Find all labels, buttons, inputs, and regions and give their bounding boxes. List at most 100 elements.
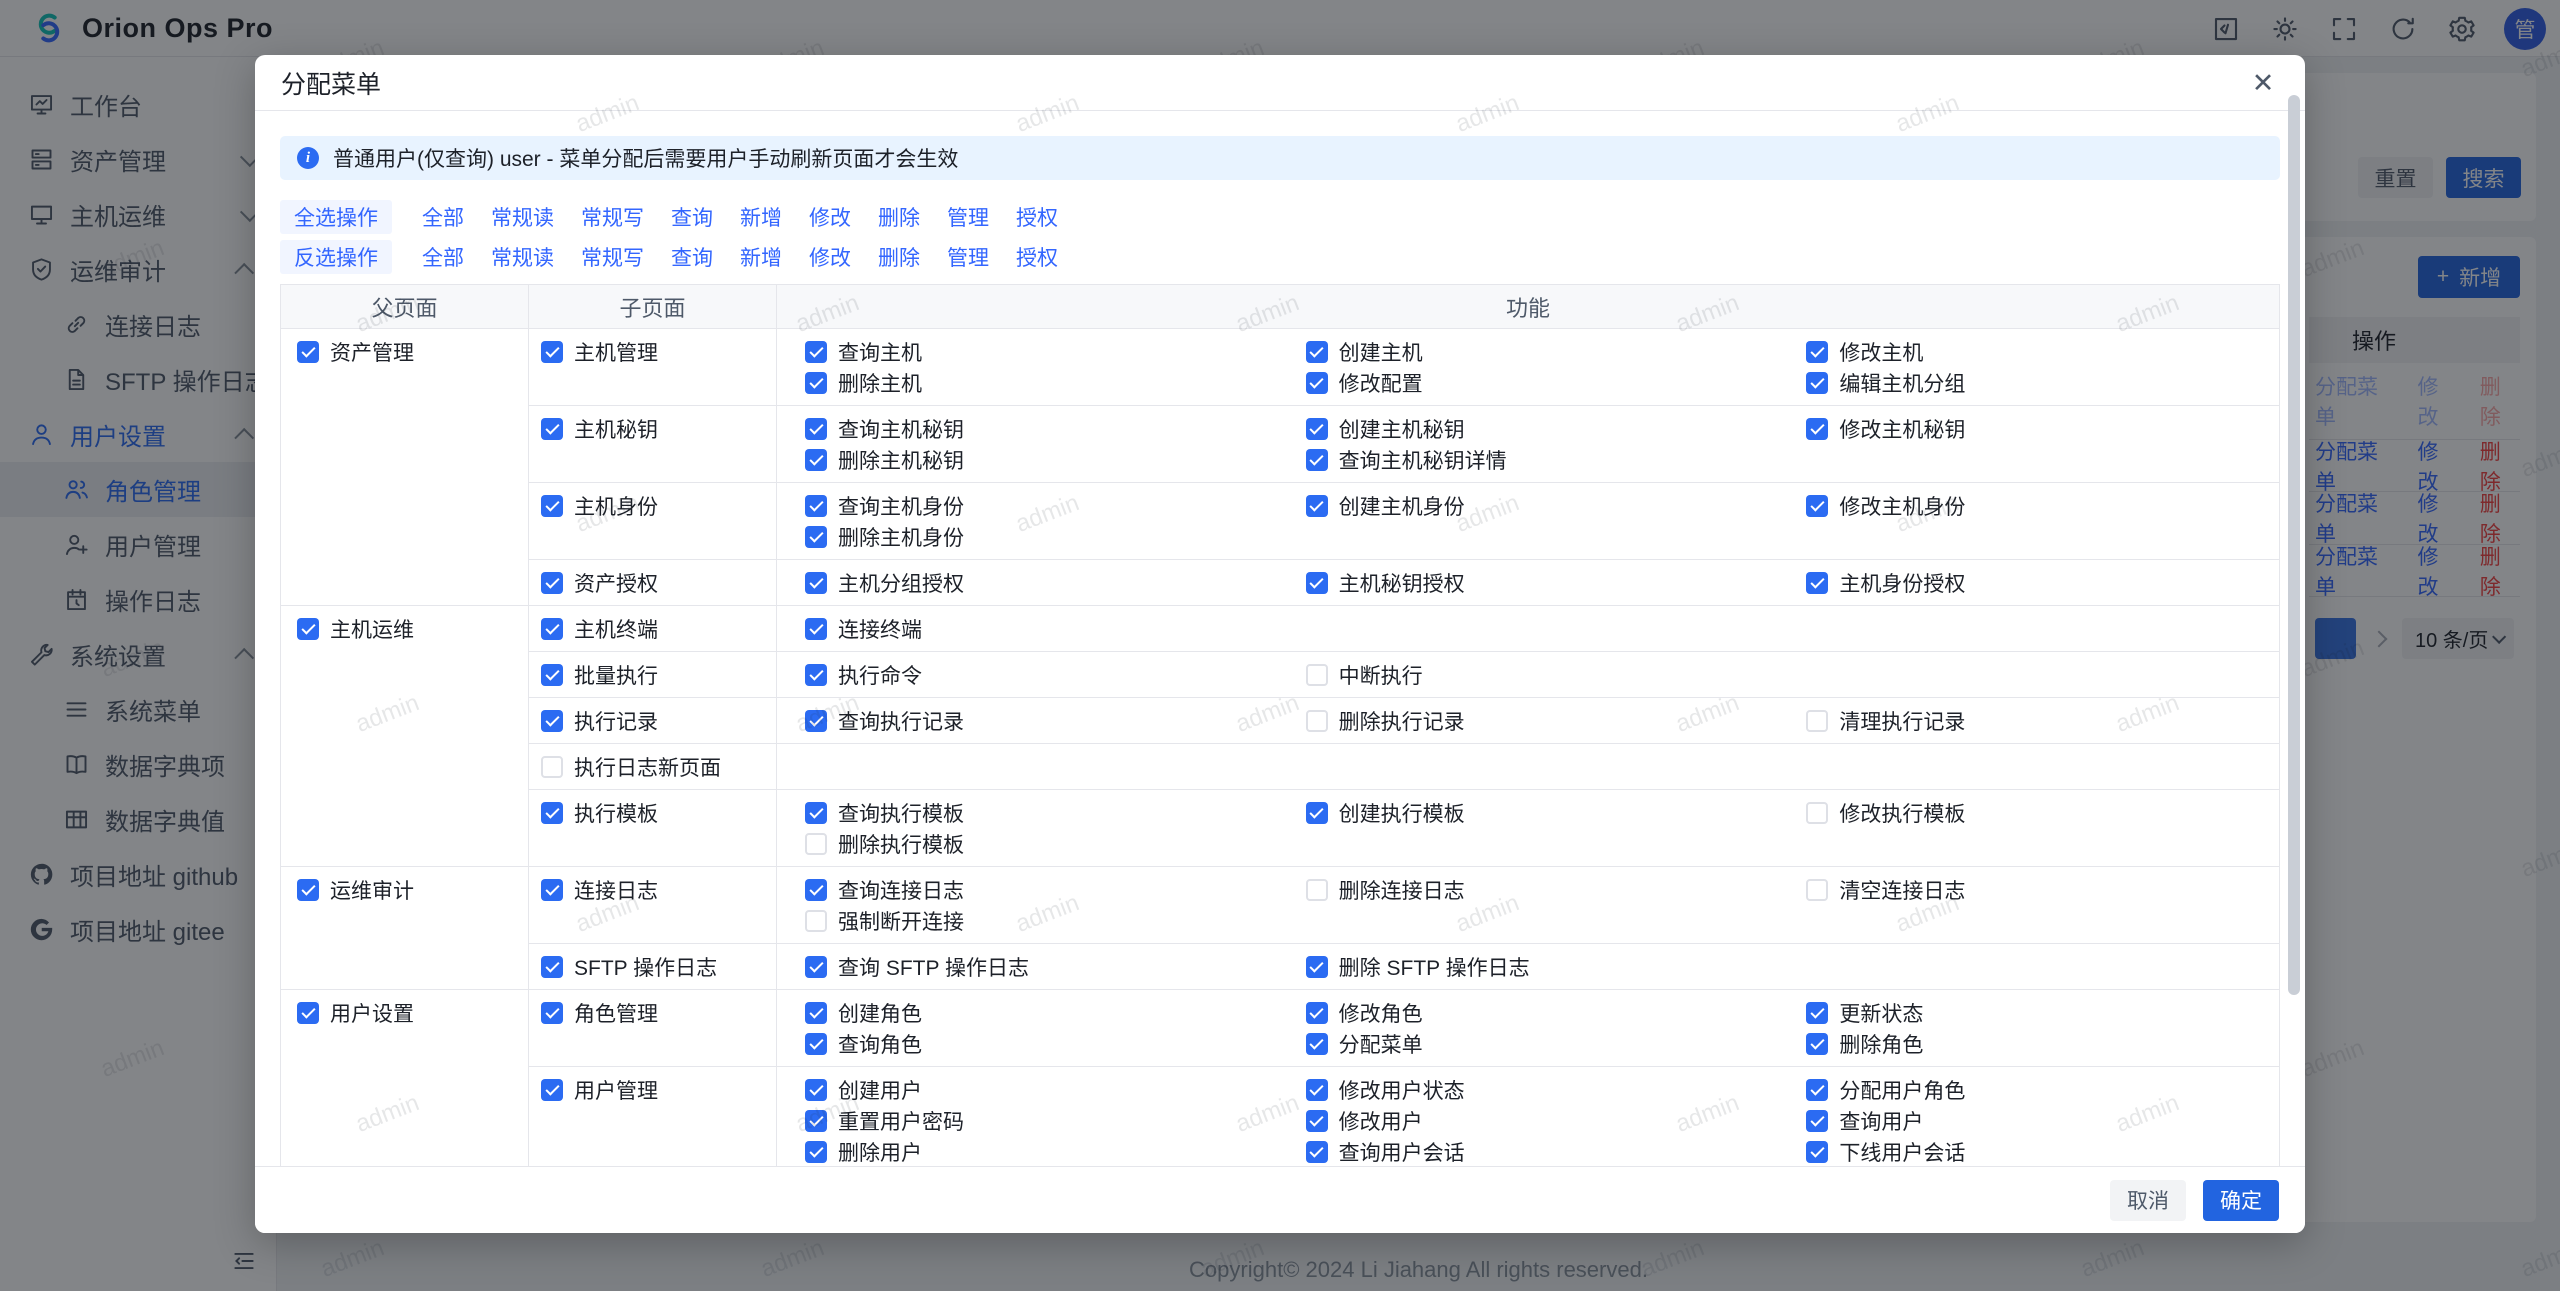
checkbox-checked[interactable]: [541, 802, 563, 824]
checkbox-checked[interactable]: [1306, 495, 1328, 517]
sub-page-cell: 执行记录: [529, 698, 777, 744]
checkbox-unchecked[interactable]: [541, 756, 563, 778]
checkbox-checked[interactable]: [541, 618, 563, 640]
checkbox-checked[interactable]: [541, 495, 563, 517]
checkbox-checked[interactable]: [805, 879, 827, 901]
function-permission: 创建执行模板: [1306, 797, 1779, 828]
quick-filter-link-修改[interactable]: 修改: [809, 242, 851, 272]
checkbox-checked[interactable]: [1806, 372, 1828, 394]
checkbox-checked[interactable]: [1806, 341, 1828, 363]
quick-filter-link-常规写[interactable]: 常规写: [581, 242, 644, 272]
quick-filter-link-授权[interactable]: 授权: [1016, 202, 1058, 232]
checkbox-checked[interactable]: [1306, 1141, 1328, 1163]
checkbox-checked[interactable]: [1806, 1033, 1828, 1055]
function-column: 创建角色查询角色: [777, 997, 1278, 1059]
quick-filter-link-常规写[interactable]: 常规写: [581, 202, 644, 232]
checkbox-checked[interactable]: [805, 618, 827, 640]
function-label: 修改主机秘钥: [1839, 414, 1965, 444]
checkbox-checked[interactable]: [297, 1002, 319, 1024]
quick-filter-link-新增[interactable]: 新增: [740, 242, 782, 272]
checkbox-unchecked[interactable]: [1306, 664, 1328, 686]
checkbox-checked[interactable]: [1306, 449, 1328, 471]
checkbox-checked[interactable]: [1306, 1002, 1328, 1024]
checkbox-checked[interactable]: [1306, 956, 1328, 978]
quick-filter-link-管理[interactable]: 管理: [947, 202, 989, 232]
checkbox-checked[interactable]: [541, 710, 563, 732]
checkbox-checked[interactable]: [805, 372, 827, 394]
checkbox-unchecked[interactable]: [805, 910, 827, 932]
checkbox-checked[interactable]: [1306, 572, 1328, 594]
checkbox-checked[interactable]: [1306, 341, 1328, 363]
checkbox-checked[interactable]: [1306, 802, 1328, 824]
invert-select-chip[interactable]: 反选操作: [280, 240, 392, 274]
checkbox-unchecked[interactable]: [1306, 710, 1328, 732]
checkbox-checked[interactable]: [541, 418, 563, 440]
functions-cell: 查询执行记录删除执行记录清理执行记录: [777, 698, 2280, 744]
checkbox-checked[interactable]: [1806, 1110, 1828, 1132]
quick-filter-link-查询[interactable]: 查询: [671, 202, 713, 232]
checkbox-checked[interactable]: [1806, 1141, 1828, 1163]
checkbox-checked[interactable]: [1806, 1079, 1828, 1101]
permission-row: 用户设置角色管理创建角色查询角色修改角色分配菜单更新状态删除角色: [281, 990, 2280, 1067]
checkbox-unchecked[interactable]: [1306, 879, 1328, 901]
function-permission: 清理执行记录: [1806, 705, 2279, 736]
checkbox-checked[interactable]: [805, 802, 827, 824]
checkbox-checked[interactable]: [541, 572, 563, 594]
quick-filter-link-全部[interactable]: 全部: [422, 242, 464, 272]
confirm-button[interactable]: 确定: [2203, 1180, 2279, 1221]
checkbox-checked[interactable]: [805, 1033, 827, 1055]
checkbox-checked[interactable]: [805, 710, 827, 732]
checkbox-checked[interactable]: [297, 879, 319, 901]
checkbox-checked[interactable]: [1806, 418, 1828, 440]
checkbox-checked[interactable]: [1806, 572, 1828, 594]
sub-page-cell: 主机身份: [529, 483, 777, 560]
checkbox-checked[interactable]: [1306, 1079, 1328, 1101]
checkbox-checked[interactable]: [541, 664, 563, 686]
checkbox-checked[interactable]: [1806, 495, 1828, 517]
cancel-button[interactable]: 取消: [2110, 1180, 2186, 1221]
checkbox-checked[interactable]: [805, 418, 827, 440]
checkbox-checked[interactable]: [541, 341, 563, 363]
checkbox-checked[interactable]: [1306, 418, 1328, 440]
checkbox-checked[interactable]: [805, 956, 827, 978]
checkbox-unchecked[interactable]: [1806, 802, 1828, 824]
quick-filter-link-常规读[interactable]: 常规读: [491, 202, 554, 232]
checkbox-checked[interactable]: [1306, 1033, 1328, 1055]
quick-filter-link-查询[interactable]: 查询: [671, 242, 713, 272]
quick-filter-link-删除[interactable]: 删除: [878, 242, 920, 272]
quick-filter-link-全部[interactable]: 全部: [422, 202, 464, 232]
checkbox-checked[interactable]: [805, 664, 827, 686]
function-permission: 查询主机秘钥详情: [1306, 444, 1779, 475]
checkbox-checked[interactable]: [1306, 1110, 1328, 1132]
checkbox-checked[interactable]: [541, 956, 563, 978]
checkbox-checked[interactable]: [805, 1079, 827, 1101]
quick-filter-link-新增[interactable]: 新增: [740, 202, 782, 232]
checkbox-checked[interactable]: [297, 341, 319, 363]
checkbox-checked[interactable]: [541, 879, 563, 901]
checkbox-checked[interactable]: [297, 618, 319, 640]
checkbox-checked[interactable]: [1806, 1002, 1828, 1024]
checkbox-checked[interactable]: [805, 1141, 827, 1163]
modal-scrollbar[interactable]: [2288, 95, 2300, 995]
select-all-chip[interactable]: 全选操作: [280, 200, 392, 234]
checkbox-checked[interactable]: [805, 572, 827, 594]
quick-filter-link-授权[interactable]: 授权: [1016, 242, 1058, 272]
checkbox-checked[interactable]: [805, 341, 827, 363]
checkbox-checked[interactable]: [805, 495, 827, 517]
quick-filter-link-修改[interactable]: 修改: [809, 202, 851, 232]
column-header-sub-page: 子页面: [529, 285, 777, 329]
checkbox-checked[interactable]: [805, 526, 827, 548]
quick-filter-link-常规读[interactable]: 常规读: [491, 242, 554, 272]
checkbox-checked[interactable]: [1306, 372, 1328, 394]
checkbox-checked[interactable]: [541, 1079, 563, 1101]
checkbox-checked[interactable]: [805, 1002, 827, 1024]
checkbox-checked[interactable]: [805, 449, 827, 471]
close-icon[interactable]: ✕: [2245, 65, 2281, 101]
checkbox-checked[interactable]: [805, 1110, 827, 1132]
checkbox-unchecked[interactable]: [1806, 879, 1828, 901]
quick-filter-link-删除[interactable]: 删除: [878, 202, 920, 232]
checkbox-unchecked[interactable]: [1806, 710, 1828, 732]
checkbox-unchecked[interactable]: [805, 833, 827, 855]
checkbox-checked[interactable]: [541, 1002, 563, 1024]
quick-filter-link-管理[interactable]: 管理: [947, 242, 989, 272]
